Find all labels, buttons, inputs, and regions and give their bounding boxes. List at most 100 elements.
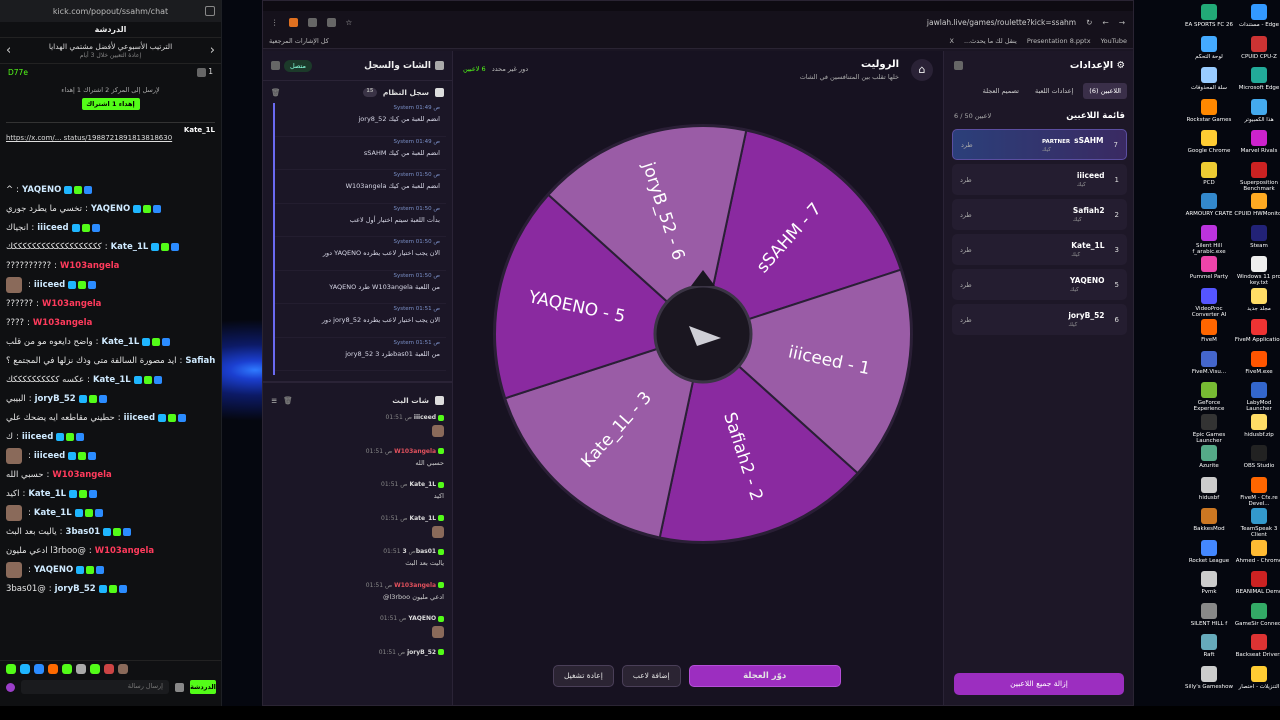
chat-username[interactable]: YAQENO <box>34 565 73 575</box>
chat-username[interactable]: W103angela <box>95 546 154 556</box>
desktop-icon[interactable]: GameSir Connect <box>1234 602 1280 627</box>
emote-icon[interactable] <box>34 664 44 674</box>
menu-icon[interactable]: ⋮ <box>271 18 279 27</box>
desktop-icon[interactable]: سلة المحذوفات <box>1184 67 1234 91</box>
desktop-icon[interactable]: Steam <box>1234 224 1280 249</box>
desktop-icon[interactable]: Ahmed - Chrome <box>1234 539 1280 564</box>
bookmark-item[interactable]: Presentation 8.pptx <box>1027 37 1091 45</box>
chat-input[interactable]: إرسال رسالة <box>21 680 169 694</box>
extension-icon[interactable] <box>288 17 298 27</box>
chat-username[interactable]: Kate_1L <box>102 337 140 347</box>
desktop-icon[interactable]: هذا الكمبيوتر <box>1234 98 1280 123</box>
desktop-icon[interactable]: EA SPORTS FC 26 <box>1184 4 1234 28</box>
desktop-icon[interactable]: Silly's Gameshow <box>1184 665 1234 690</box>
collapse-icon[interactable] <box>271 61 280 70</box>
emote-icon[interactable] <box>76 664 86 674</box>
home-icon[interactable]: ⌂ <box>911 59 933 81</box>
desktop-icon[interactable]: LabyMod Launcher <box>1234 382 1280 412</box>
desktop-icon[interactable]: Pvmk <box>1184 571 1234 595</box>
send-button[interactable]: الدردشة <box>190 680 216 694</box>
emote-icon[interactable] <box>48 664 58 674</box>
chat-username[interactable]: joryB_52 <box>55 584 96 594</box>
emote-icon[interactable] <box>6 664 16 674</box>
desktop-icon[interactable]: مجلد جديد <box>1234 287 1280 312</box>
desktop-icon[interactable]: Marvel Rivals <box>1234 130 1280 154</box>
bookmark-item[interactable]: ينقل لك ما يحدث... <box>964 37 1017 45</box>
desktop-icon[interactable]: TeamSpeak 3 Client <box>1234 508 1280 538</box>
desktop-icon[interactable]: Silent Hill f_arabic.exe <box>1184 224 1234 255</box>
kick-player-button[interactable]: طرد <box>960 246 972 254</box>
trash-icon[interactable]: 🗑 <box>271 88 281 97</box>
desktop-icon[interactable]: Rockstar Games <box>1184 98 1234 123</box>
filter-icon[interactable]: ≡ <box>271 396 277 405</box>
desktop-icon[interactable]: التنزيلات - اختصار <box>1234 665 1280 690</box>
settings-tab[interactable]: اللاعبين (6) <box>1083 83 1127 99</box>
chat-username[interactable]: YAQENO <box>91 204 130 214</box>
desktop-icon[interactable]: BakkesMod <box>1184 508 1234 532</box>
sidebar-icon[interactable] <box>307 17 317 27</box>
desktop-icon[interactable]: FiveM.Visu... <box>1184 350 1234 375</box>
desktop-icon[interactable]: FiveM - Cfx.re Devel... <box>1234 476 1280 507</box>
desktop-icon[interactable]: FiveM.exe <box>1234 350 1280 375</box>
chevron-left-icon[interactable]: ‹ <box>6 43 11 58</box>
desktop-icon[interactable]: لوحة التحكم <box>1184 35 1234 60</box>
chat-username[interactable]: W103angela <box>33 318 92 328</box>
roulette-wheel[interactable]: sSAHM - 7 iiiceed - 1 Safiah2 - 2 Kate_1L -… <box>492 123 914 545</box>
chat-username[interactable]: W103angela <box>42 299 101 309</box>
chat-username[interactable]: YAQENO <box>22 185 61 195</box>
desktop-icon[interactable]: Epic Games Launcher <box>1184 413 1234 444</box>
emote-icon[interactable] <box>20 664 30 674</box>
add-player-button[interactable]: إضافة لاعب <box>621 665 681 687</box>
desktop-icon[interactable]: Backseat Drivers <box>1234 634 1280 658</box>
settings-tab[interactable]: إعدادات اللعبة <box>1029 83 1079 99</box>
chat-username[interactable]: Kate_1L <box>93 375 131 385</box>
desktop-icon[interactable]: Superposition Benchmark <box>1234 161 1280 192</box>
chat-username[interactable]: Kate_1L <box>111 242 149 252</box>
url-field[interactable]: jawlah.live/games/roulette?kick=ssahm <box>362 18 1076 27</box>
copy-icon[interactable] <box>326 17 336 27</box>
desktop-icon[interactable]: hidusbf <box>1184 476 1234 501</box>
chat-username[interactable]: iiiceed <box>34 451 65 461</box>
emote-icon[interactable] <box>62 664 72 674</box>
settings-tab[interactable]: تصميم العجلة <box>977 83 1025 99</box>
chevron-right-icon[interactable]: › <box>210 43 215 58</box>
kick-player-button[interactable]: طرد <box>960 176 972 184</box>
bookmark-item[interactable]: YouTube <box>1101 37 1127 45</box>
desktop-icon[interactable]: Azurite <box>1184 445 1234 469</box>
emote-icon[interactable] <box>90 664 100 674</box>
chat-username[interactable]: Kate_1L <box>28 489 66 499</box>
chat-username[interactable]: iiiceed <box>34 280 65 290</box>
desktop-icon[interactable]: CPUID CPU-Z <box>1234 35 1280 60</box>
desktop-icon[interactable]: مستندات - Edge <box>1234 4 1280 28</box>
kick-player-button[interactable]: طرد <box>961 141 973 149</box>
reload-icon[interactable]: ↻ <box>1086 18 1092 27</box>
chat-username[interactable]: W103angela <box>52 470 111 480</box>
clear-all-button[interactable]: إزالة جميع اللاعبين <box>954 673 1124 695</box>
desktop-icon[interactable]: hidusbf.zip <box>1234 413 1280 438</box>
desktop-icon[interactable]: OBS Studio <box>1234 445 1280 469</box>
settings-icon[interactable] <box>175 682 184 692</box>
window-icon[interactable] <box>205 6 215 16</box>
desktop-icon[interactable]: Google Chrome <box>1184 130 1234 154</box>
chat-username[interactable]: joryB_52 <box>35 394 76 404</box>
mic-icon[interactable] <box>6 682 15 692</box>
emote-icon[interactable] <box>104 664 114 674</box>
trash-icon[interactable]: 🗑 <box>283 396 293 405</box>
pinned-link[interactable]: https://x.com/... status/198872189181381… <box>6 134 215 142</box>
desktop-icon[interactable]: Raft <box>1184 634 1234 658</box>
bookmark-item[interactable]: X <box>950 37 954 45</box>
desktop-icon[interactable]: PCD <box>1184 161 1234 186</box>
desktop-icon[interactable]: REANIMAL Demo <box>1234 571 1280 595</box>
chat-username[interactable]: iiiceed <box>22 432 53 442</box>
desktop-icon[interactable]: Pummel Party <box>1184 256 1234 280</box>
desktop-icon[interactable]: Rocket League <box>1184 539 1234 564</box>
chat-username[interactable]: W103angela <box>60 261 119 271</box>
gift-sub-button[interactable]: إهداء 1 اشتراك <box>81 98 140 110</box>
desktop-icon[interactable]: FiveM <box>1184 319 1234 343</box>
desktop-icon[interactable]: ARMOURY CRATE <box>1184 193 1234 217</box>
desktop-icon[interactable]: Windows 11 pro key.txt <box>1234 256 1280 286</box>
star-icon[interactable]: ☆ <box>346 18 353 27</box>
kick-player-button[interactable]: طرد <box>960 316 972 324</box>
all-bookmarks[interactable]: كل الإشارات المرجعية <box>269 37 329 45</box>
chat-username[interactable]: 3bas01 <box>66 527 101 537</box>
